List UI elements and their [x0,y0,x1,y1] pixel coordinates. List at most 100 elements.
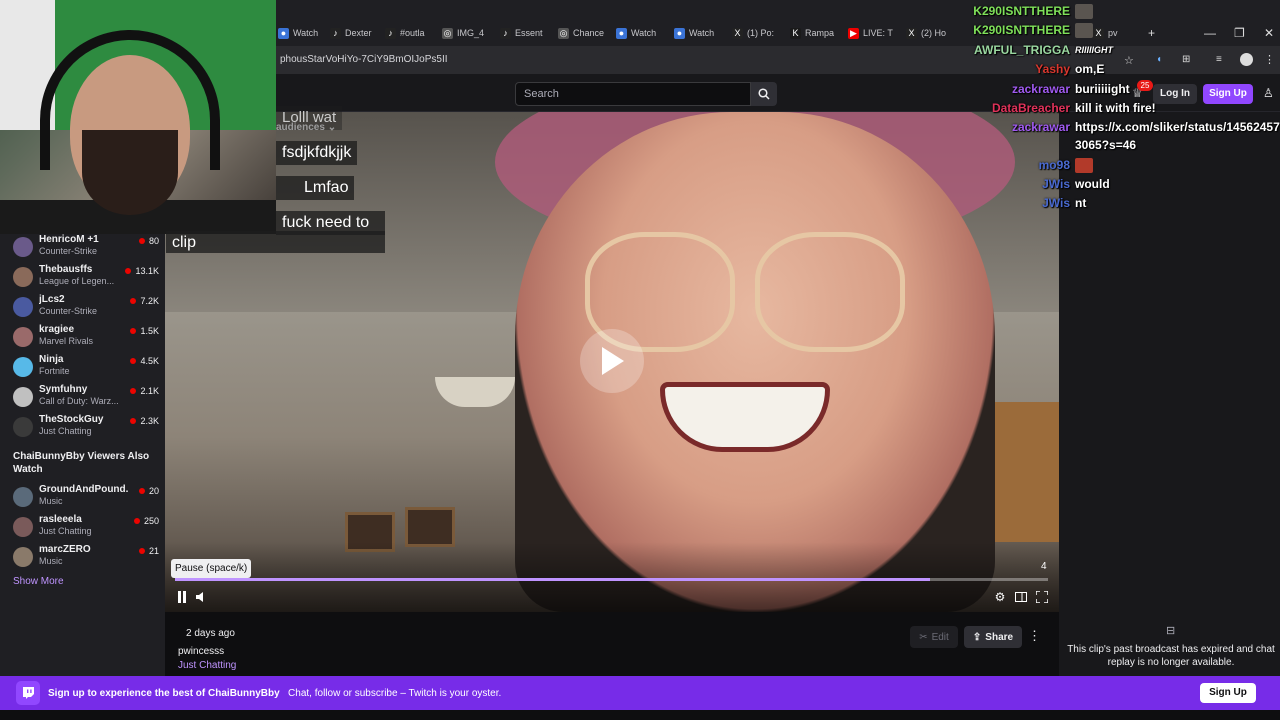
live-dot-icon [130,298,137,304]
overlay-chat-user: DataBreacher [991,101,1070,115]
settings-icon[interactable]: ⚙ [993,590,1007,604]
browser-tab[interactable]: X (1) Po: [732,24,784,42]
channel-name: kragiee [39,324,75,335]
channel-name: jLcs2 [39,294,65,305]
x-icon: X [1093,27,1104,39]
channel-name: Symfuhny [39,384,88,395]
channel-name: Ninja [39,354,64,365]
user-icon[interactable]: ♙ [1263,86,1274,100]
menu-icon[interactable]: ⋮ [1264,53,1275,66]
media-icon[interactable]: ≡ [1216,54,1222,65]
avatar [13,517,33,537]
pause-tooltip: Pause (space/k) [171,559,252,578]
browser-tab[interactable]: ◎ Chance [558,24,610,42]
channel-name: rasleeela [39,514,82,525]
theater-mode-button[interactable] [1014,590,1028,604]
more-options-icon[interactable]: ⋮ [1028,628,1041,644]
viewer-count: 21 [138,546,159,556]
avatar [13,357,33,377]
browser-tab-label: Watch [689,28,715,38]
url-field[interactable]: phousStarVoHiYo-7CiY9BmOIJoPs5II [280,54,448,65]
browser-tab[interactable]: K Rampa [790,24,842,42]
browser-tab-label: Watch [293,28,319,38]
browser-tab[interactable]: ● Watch [616,24,668,42]
show-more-link[interactable]: Show More [13,576,64,587]
search-input[interactable]: Search [515,82,751,106]
star-icon[interactable]: ☆ [1124,54,1134,67]
channel-name: TheStockGuy [39,414,104,425]
browser-tab[interactable]: ● Watch [674,24,726,42]
browser-tab[interactable]: ♪ Dexter [330,24,382,42]
channel-name: GroundAndPound... [39,484,129,495]
edit-button[interactable]: ✂ Edit [910,626,958,648]
bottom-strip [0,710,1280,720]
overlay-chat-message: would [1075,177,1110,191]
sidebar-channel[interactable]: Symfuhny Call of Duty: Warz... 2.1K [13,384,163,412]
extension-icon[interactable]: ◖ [1156,54,1162,65]
browser-tab[interactable]: ▶ LIVE: T [848,24,900,42]
overlay-chat-user: JWis [1042,177,1070,191]
share-label: Share [985,631,1014,643]
browser-tab[interactable]: ● Watch [278,24,330,42]
browser-tab[interactable]: X (2) Ho [906,24,958,42]
viewer-count: 2.1K [130,386,159,396]
login-button[interactable]: Log In [1153,84,1197,104]
sidebar-channel[interactable]: marcZERO Music 21 [13,544,163,572]
theater-icon [1015,592,1027,602]
maximize-button[interactable]: ❐ [1234,26,1245,40]
sidebar-channel[interactable]: GroundAndPound... Music 20 [13,484,163,512]
signup-button[interactable]: Sign Up [1203,84,1253,104]
search-button[interactable] [751,82,777,106]
video-chat-message: Lmfao [276,176,355,200]
viewer-count: 80 [138,236,159,246]
viewer-count-text: 13.1K [135,266,159,276]
channel-game: Just Chatting [39,426,92,436]
volume-button[interactable] [195,590,209,604]
sidebar-channel[interactable]: Thebausffs League of Legen... 13.1K [13,264,163,292]
browser-tab[interactable]: ♪ Essent [500,24,552,42]
viewer-count-text: 1.5K [140,326,159,336]
notification-badge: 25 [1137,80,1153,91]
tiktok-icon: ♪ [330,27,341,39]
avatar [13,327,33,347]
banner-signup-button[interactable]: Sign Up [1200,683,1256,703]
play-button[interactable] [580,329,644,393]
close-window-button[interactable]: ✕ [1264,26,1274,40]
share-button[interactable]: ⇪ Share [964,626,1022,648]
sidebar-channel[interactable]: kragiee Marvel Rivals 1.5K [13,324,163,352]
pause-button[interactable] [175,590,189,604]
video-fade [165,542,1059,612]
overlay-chat-message: buriiiiight [1075,82,1130,96]
video-glasses [755,232,905,352]
tab-icon: ● [616,27,627,39]
chat-disabled-icon: ⊟ [1166,625,1176,637]
browser-tab[interactable]: ♪ #outla [385,24,437,42]
webcam-overlay [0,0,276,234]
channel-game: Music [39,556,63,566]
puzzle-icon[interactable]: ⊞ [1182,54,1190,65]
sidebar-channel[interactable]: TheStockGuy Just Chatting 2.3K [13,414,163,442]
profile-icon[interactable] [1240,53,1253,66]
tab-icon: ● [674,27,685,39]
sidebar-channel[interactable]: rasleeela Just Chatting 250 [13,514,163,542]
x-icon: X [732,27,743,39]
emote-icon [1075,158,1093,173]
live-dot-icon [130,418,137,424]
sidebar-channel[interactable]: Ninja Fortnite 4.5K [13,354,163,382]
viewer-count-text: 7.2K [140,296,159,306]
sidebar-channel[interactable]: jLcs2 Counter-Strike 7.2K [13,294,163,322]
sidebar-channel[interactable]: HenricoM +1 Counter-Strike 80 [13,234,163,262]
viewer-count-text: 2.1K [140,386,159,396]
minimize-button[interactable]: — [1204,26,1216,40]
browser-tab[interactable]: ◎ IMG_4 [442,24,494,42]
fullscreen-button[interactable] [1035,590,1049,604]
clip-category-link[interactable]: Just Chatting [178,660,236,671]
new-tab-button[interactable]: + [1148,26,1155,40]
browser-tab[interactable]: Xpv [1093,24,1145,42]
video-picture-frame [405,507,455,547]
viewer-count: 1.5K [130,326,159,336]
viewer-count-text: 2.3K [140,416,159,426]
globe-icon: ◎ [558,27,569,39]
browser-tab-label: pv [1108,28,1118,38]
viewer-count: 20 [138,486,159,496]
